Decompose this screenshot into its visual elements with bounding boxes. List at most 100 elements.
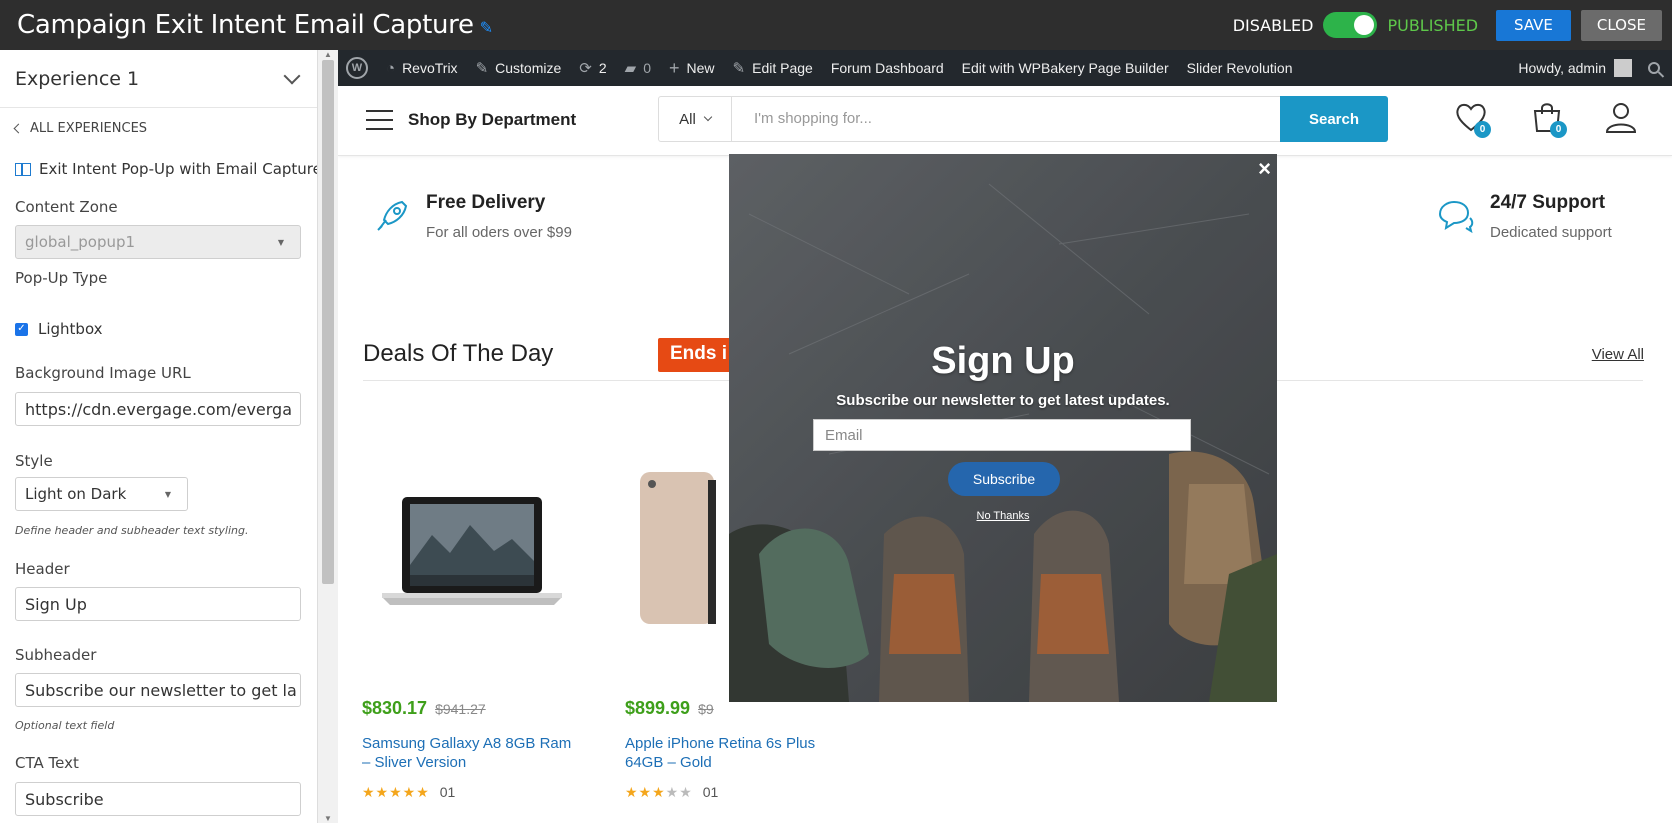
cart-icon[interactable]: 0 [1530,100,1567,138]
experience-selector[interactable]: Experience 1 [0,50,317,108]
popup-close-icon[interactable]: × [1258,156,1271,182]
wishlist-icon[interactable]: 0 [1454,100,1491,138]
subheader-input[interactable]: Subscribe our newsletter to get la [15,673,301,707]
toggle-knob [1354,15,1375,35]
product-name-line: – Sliver Version [362,754,467,771]
product-price: $899.99 $9 [625,698,714,719]
refresh-icon: ⟳ [579,60,592,77]
lightbox-checkbox-row[interactable]: ✓ Lightbox [15,320,103,338]
content-zone-label: Content Zone [15,198,118,216]
laptop-product-image[interactable] [382,495,562,607]
wp-site-name-label: RevoTrix [402,60,458,76]
wp-customize[interactable]: ✎ Customize [476,59,562,77]
popup-email-input[interactable]: Email [813,419,1191,451]
product-rating: ★★★★★ 01 [362,784,456,800]
wp-forum-dashboard[interactable]: Forum Dashboard [831,60,944,76]
feature-title: 24/7 Support [1490,192,1606,213]
bg-image-input[interactable]: https://cdn.evergage.com/everga [15,392,301,426]
template-name: Exit Intent Pop-Up with Email Capture [39,160,318,178]
popup-header: Sign Up [931,340,1075,382]
wp-site-name[interactable]: ◔ RevoTrix [386,60,458,77]
search-icon[interactable] [1648,62,1660,74]
subheader-hint: Optional text field [15,719,115,732]
product-old-price: $9 [698,701,714,717]
product-review-count: 01 [439,784,456,800]
wordpress-icon[interactable]: W [346,57,368,79]
search-category-select[interactable]: All [659,97,732,141]
bg-image-label: Background Image URL [15,364,191,382]
close-button[interactable]: CLOSE [1580,9,1662,41]
view-all-link[interactable]: View All [1592,346,1644,363]
user-account-icon[interactable] [1604,100,1638,134]
save-button[interactable]: SAVE [1496,9,1571,41]
subheader-label: Subheader [15,646,97,664]
wp-wpbakery[interactable]: Edit with WPBakery Page Builder [962,60,1169,76]
scroll-thumb[interactable] [322,60,334,584]
cart-count-badge: 0 [1550,121,1567,138]
scroll-up-arrow-icon[interactable]: ▲ [322,50,334,59]
wp-comments-count: 0 [643,60,651,76]
header-value: Sign Up [25,594,87,614]
search-category-value: All [679,110,696,128]
shop-by-department[interactable]: Shop By Department [408,110,576,130]
product-search: All I'm shopping for... Search [658,96,1388,142]
wp-comments[interactable]: ▰ 0 [625,59,651,77]
all-experiences-link[interactable]: ALL EXPERIENCES [0,108,317,148]
product-review-count: 01 [702,784,719,800]
cta-input[interactable]: Subscribe [15,782,301,816]
phone-product-image[interactable] [638,470,718,630]
exit-intent-popup: × Sign Up Subscribe our newsletter to ge… [729,154,1277,702]
chevron-left-icon [13,123,24,133]
experience-title: Experience 1 [15,67,140,90]
product-price: $830.17 $941.27 [362,698,486,719]
cta-label: CTA Text [15,754,79,772]
wp-edit-page[interactable]: ✎ Edit Page [733,59,813,77]
chevron-down-icon[interactable] [283,67,301,84]
publish-controls: DISABLED PUBLISHED SAVE CLOSE [1233,9,1662,41]
product-price-value: $830.17 [362,698,428,718]
product-name-link[interactable]: Apple iPhone Retina 6s Plus 64GB – Gold [625,734,815,772]
popup-no-thanks-link[interactable]: No Thanks [729,510,1277,522]
edit-pencil-icon[interactable]: ✎ [480,18,493,38]
content-zone-select: global_popup1 ▼ [15,225,301,259]
campaign-title: Campaign Exit Intent Email Capture [17,10,474,40]
lightbox-checkbox[interactable]: ✓ [15,322,28,336]
wp-updates[interactable]: ⟳ 2 [579,59,606,77]
wp-slider-revolution[interactable]: Slider Revolution [1187,60,1293,76]
style-label: Style [15,452,53,470]
brush-icon: ✎ [475,60,489,77]
campaign-topbar: Campaign Exit Intent Email Capture ✎ DIS… [0,0,1672,50]
subheader-value: Subscribe our newsletter to get la [25,680,297,700]
search-input[interactable]: I'm shopping for... [754,110,872,127]
header-input[interactable]: Sign Up [15,587,301,621]
shop-header: Shop By Department All I'm shopping for.… [338,86,1672,156]
scroll-down-arrow-icon[interactable]: ▼ [322,814,334,823]
product-name-link[interactable]: Samsung Gallaxy A8 8GB Ram – Sliver Versi… [362,734,571,772]
layout-icon [15,162,31,176]
wp-howdy[interactable]: Howdy, admin [1518,60,1606,76]
feature-subtitle: For all oders over $99 [426,224,572,241]
wp-new[interactable]: + New [669,58,715,79]
style-value: Light on Dark [25,485,127,503]
style-select[interactable]: Light on Dark ▼ [15,477,188,511]
product-price-value: $899.99 [625,698,691,718]
search-button[interactable]: Search [1280,96,1388,142]
publish-toggle[interactable] [1323,12,1378,38]
avatar[interactable] [1614,59,1632,77]
popup-subscribe-button[interactable]: Subscribe [948,462,1060,496]
template-name-row: Exit Intent Pop-Up with Email Capture [0,148,317,190]
wp-customize-label: Customize [495,60,562,76]
panel-scrollbar[interactable]: ▲ ▼ [318,50,338,823]
dashboard-icon: ◔ [386,59,396,77]
dropdown-arrow-icon: ▼ [164,489,171,499]
wp-updates-count: 2 [598,60,607,76]
product-rating: ★★★★★ 01 [625,784,719,800]
experience-panel: Experience 1 ALL EXPERIENCES Exit Intent… [0,50,318,823]
product-name-line: Samsung Gallaxy A8 8GB Ram [362,735,572,752]
wp-new-label: New [686,60,715,76]
disabled-label: DISABLED [1232,15,1314,35]
feature-title: Free Delivery [426,192,546,213]
hamburger-menu-icon[interactable] [366,110,393,130]
header-label: Header [15,560,70,578]
published-label: PUBLISHED [1387,15,1479,35]
